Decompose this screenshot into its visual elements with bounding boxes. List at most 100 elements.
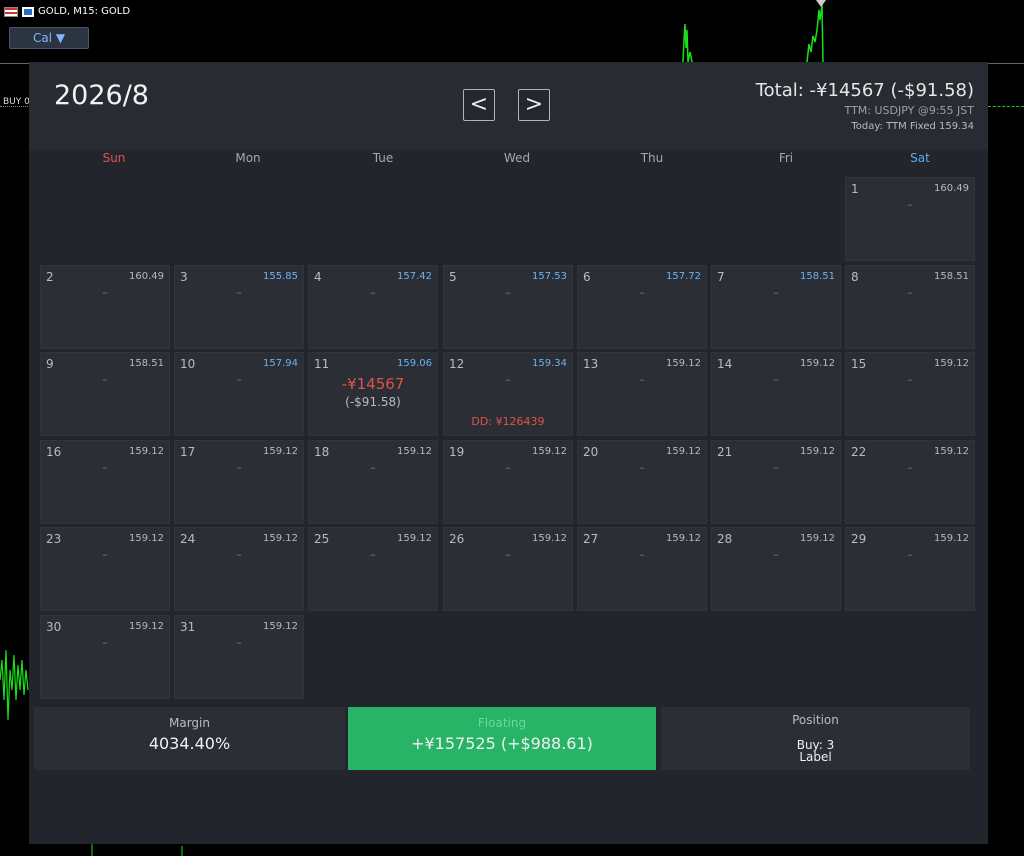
day-empty-pnl: – (907, 548, 913, 561)
weekday-thu: Thu (640, 151, 664, 165)
day-rate: 159.12 (263, 446, 298, 457)
prev-month-button[interactable]: < (463, 89, 495, 121)
day-number: 9 (46, 357, 54, 371)
day-empty-pnl: – (907, 373, 913, 386)
weekday-wed: Wed (503, 151, 531, 165)
day-rate: 159.06 (397, 358, 432, 369)
day-cell[interactable]: 31 159.12 – (174, 615, 304, 699)
month-title: 2026/8 (54, 80, 149, 111)
day-cell[interactable]: 23 159.12 – (40, 527, 170, 611)
calendar-header: 2026/8 < > Total: -¥14567 (-$91.58) TTM:… (29, 62, 988, 150)
position-label-text: Label (799, 750, 832, 764)
day-rate: 159.12 (129, 533, 164, 544)
day-cell[interactable]: 26 159.12 – (443, 527, 573, 611)
day-cell[interactable]: 18 159.12 – (308, 440, 438, 524)
today-fixed-rate: Today: TTM Fixed 159.34 (851, 121, 974, 132)
day-cell[interactable]: 7 158.51 – (711, 265, 841, 349)
day-number: 3 (180, 270, 188, 284)
day-cell[interactable]: 17 159.12 – (174, 440, 304, 524)
day-cell[interactable]: 9 158.51 – (40, 352, 170, 436)
day-cell[interactable]: 16 159.12 – (40, 440, 170, 524)
day-empty-pnl: – (236, 461, 242, 474)
day-empty-pnl: – (102, 636, 108, 649)
day-rate: 159.12 (666, 446, 701, 457)
day-rate: 158.51 (934, 271, 969, 282)
day-rate: 159.12 (666, 358, 701, 369)
day-empty-pnl: – (102, 373, 108, 386)
floating-value: +¥157525 (+$988.61) (411, 734, 593, 753)
day-cell[interactable]: 11 159.06 -¥14567 (-$91.58) (308, 352, 438, 436)
day-cell[interactable]: 24 159.12 – (174, 527, 304, 611)
day-number: 6 (583, 270, 591, 284)
day-cell[interactable]: 25 159.12 – (308, 527, 438, 611)
day-cell[interactable]: 3 155.85 – (174, 265, 304, 349)
day-empty-pnl: – (773, 548, 779, 561)
day-rate: 160.49 (934, 183, 969, 194)
day-number: 2 (46, 270, 54, 284)
day-number: 11 (314, 357, 330, 371)
day-empty-pnl: – (773, 373, 779, 386)
day-cell[interactable]: 2 160.49 – (40, 265, 170, 349)
day-rate: 159.12 (532, 446, 567, 457)
day-cell[interactable]: 6 157.72 – (577, 265, 707, 349)
day-number: 1 (851, 182, 859, 196)
day-cell[interactable]: 10 157.94 – (174, 352, 304, 436)
day-number: 20 (583, 445, 599, 459)
day-rate: 159.12 (397, 533, 432, 544)
day-number: 12 (449, 357, 465, 371)
day-empty-pnl: – (102, 548, 108, 561)
weekday-header-row: Sun Mon Tue Wed Thu Fri Sat (37, 150, 980, 174)
day-number: 29 (851, 532, 867, 546)
day-empty-pnl: – (639, 286, 645, 299)
day-empty-pnl: – (505, 373, 511, 386)
day-cell[interactable]: 1 160.49 – (845, 177, 975, 261)
day-empty-pnl: – (639, 461, 645, 474)
day-empty-pnl: – (370, 548, 376, 561)
day-rate: 155.85 (263, 271, 298, 282)
day-number: 24 (180, 532, 196, 546)
day-number: 17 (180, 445, 196, 459)
day-cell[interactable]: 8 158.51 – (845, 265, 975, 349)
day-rate: 159.12 (934, 533, 969, 544)
day-cell[interactable]: 5 157.53 – (443, 265, 573, 349)
day-rate: 160.49 (129, 271, 164, 282)
day-cell[interactable]: 27 159.12 – (577, 527, 707, 611)
day-number: 14 (717, 357, 733, 371)
day-cell[interactable]: 30 159.12 – (40, 615, 170, 699)
day-number: 28 (717, 532, 733, 546)
day-cell[interactable]: 14 159.12 – (711, 352, 841, 436)
day-empty-pnl: – (236, 286, 242, 299)
price-spike-1 (682, 23, 693, 63)
price-noise-left (0, 649, 29, 721)
day-number: 30 (46, 620, 62, 634)
day-rate: 159.12 (800, 446, 835, 457)
day-number: 15 (851, 357, 867, 371)
day-cell[interactable]: 15 159.12 – (845, 352, 975, 436)
day-cell[interactable]: 4 157.42 – (308, 265, 438, 349)
floating-label: Floating (477, 716, 527, 730)
day-rate: 157.94 (263, 358, 298, 369)
day-cell[interactable]: 13 159.12 – (577, 352, 707, 436)
day-number: 22 (851, 445, 867, 459)
day-rate: 159.12 (263, 621, 298, 632)
day-number: 19 (449, 445, 465, 459)
day-cell[interactable]: 28 159.12 – (711, 527, 841, 611)
day-cell[interactable]: 19 159.12 – (443, 440, 573, 524)
pnl-calendar-panel: 2026/8 < > Total: -¥14567 (-$91.58) TTM:… (29, 62, 988, 844)
day-empty-pnl: – (505, 461, 511, 474)
day-cell[interactable]: 29 159.12 – (845, 527, 975, 611)
day-rate: 157.53 (532, 271, 567, 282)
day-number: 26 (449, 532, 465, 546)
day-rate: 157.72 (666, 271, 701, 282)
day-rate: 159.12 (666, 533, 701, 544)
day-empty-pnl: – (639, 373, 645, 386)
next-month-button[interactable]: > (518, 89, 550, 121)
day-empty-pnl: – (505, 548, 511, 561)
day-cell[interactable]: 21 159.12 – (711, 440, 841, 524)
day-cell[interactable]: 12 159.34 – DD: ¥126439 (443, 352, 573, 436)
day-number: 31 (180, 620, 196, 634)
weekday-sun: Sun (102, 151, 126, 165)
day-number: 23 (46, 532, 62, 546)
day-cell[interactable]: 20 159.12 – (577, 440, 707, 524)
day-cell[interactable]: 22 159.12 – (845, 440, 975, 524)
